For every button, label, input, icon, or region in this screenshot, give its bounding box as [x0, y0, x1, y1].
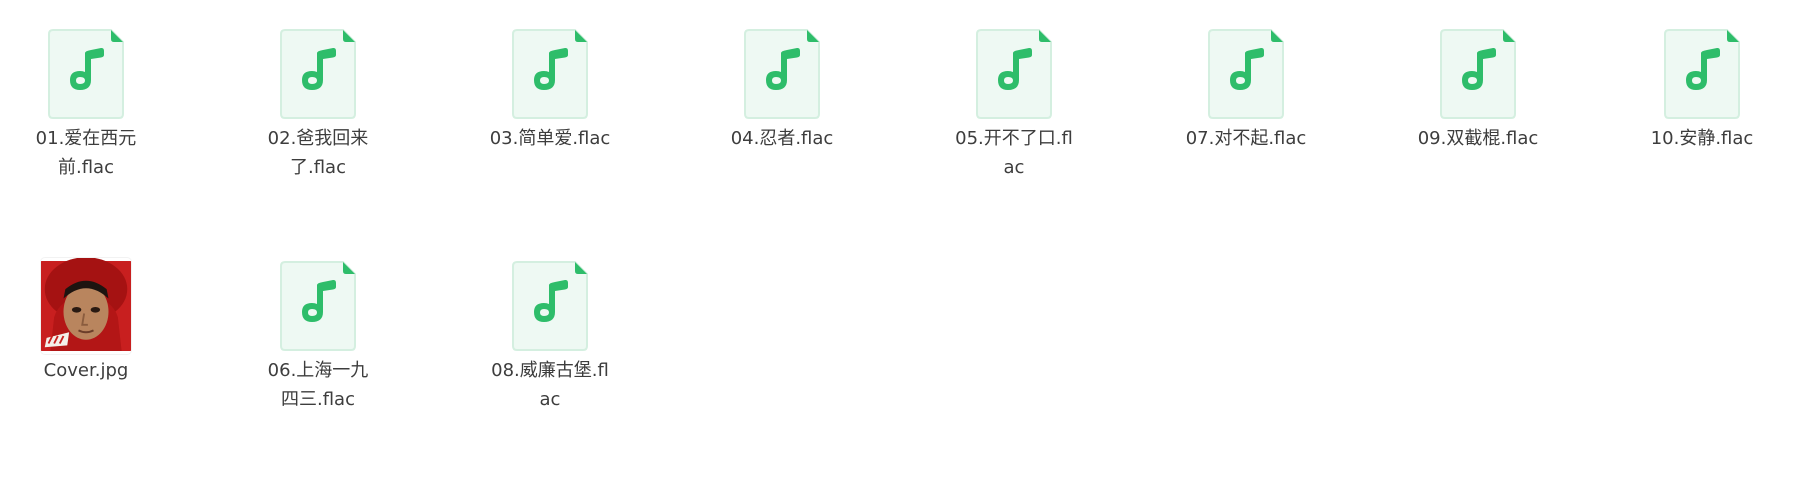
file-name: 08.威廉古堡.flac — [491, 360, 609, 410]
file-item-cover[interactable]: Cover.jpg — [0, 232, 176, 432]
music-file-icon — [737, 24, 827, 124]
file-name: 04.忍者.flac — [730, 128, 834, 149]
file-item-02[interactable]: 02.爸我回来了.flac — [228, 0, 408, 200]
file-item-01[interactable]: 01.爱在西元前.flac — [0, 0, 176, 200]
file-name: 02.爸我回来了.flac — [267, 128, 369, 178]
file-item-03[interactable]: 03.简单爱.flac — [460, 0, 640, 200]
music-file-icon — [969, 24, 1059, 124]
file-name: 06.上海一九四三.flac — [267, 360, 369, 410]
file-name: 05.开不了口.flac — [955, 128, 1073, 178]
file-name: 01.爱在西元前.flac — [35, 128, 137, 178]
file-item-06[interactable]: 06.上海一九四三.flac — [228, 232, 408, 432]
file-item-07[interactable]: 07.对不起.flac — [1156, 0, 1336, 200]
file-item-09[interactable]: 09.双截棍.flac — [1388, 0, 1568, 200]
file-item-05[interactable]: 05.开不了口.flac — [924, 0, 1104, 200]
image-thumbnail — [41, 256, 131, 356]
file-item-04[interactable]: 04.忍者.flac — [692, 0, 872, 200]
cover-image — [41, 258, 131, 351]
music-file-icon — [505, 24, 595, 124]
file-name: 03.简单爱.flac — [489, 128, 611, 149]
file-item-10[interactable]: 10.安静.flac — [1612, 0, 1792, 200]
music-file-icon — [273, 24, 363, 124]
music-file-icon — [1657, 24, 1747, 124]
file-name: Cover.jpg — [43, 360, 129, 381]
file-name: 10.安静.flac — [1650, 128, 1754, 149]
music-file-icon — [41, 24, 131, 124]
file-name: 09.双截棍.flac — [1417, 128, 1539, 149]
file-name: 07.对不起.flac — [1185, 128, 1307, 149]
file-item-08[interactable]: 08.威廉古堡.flac — [460, 232, 640, 432]
music-file-icon — [505, 256, 595, 356]
music-file-icon — [273, 256, 363, 356]
file-grid: 01.爱在西元前.flac 02.爸我回来了.flac 03.简单爱.flac — [0, 0, 1797, 488]
music-file-icon — [1433, 24, 1523, 124]
music-file-icon — [1201, 24, 1291, 124]
